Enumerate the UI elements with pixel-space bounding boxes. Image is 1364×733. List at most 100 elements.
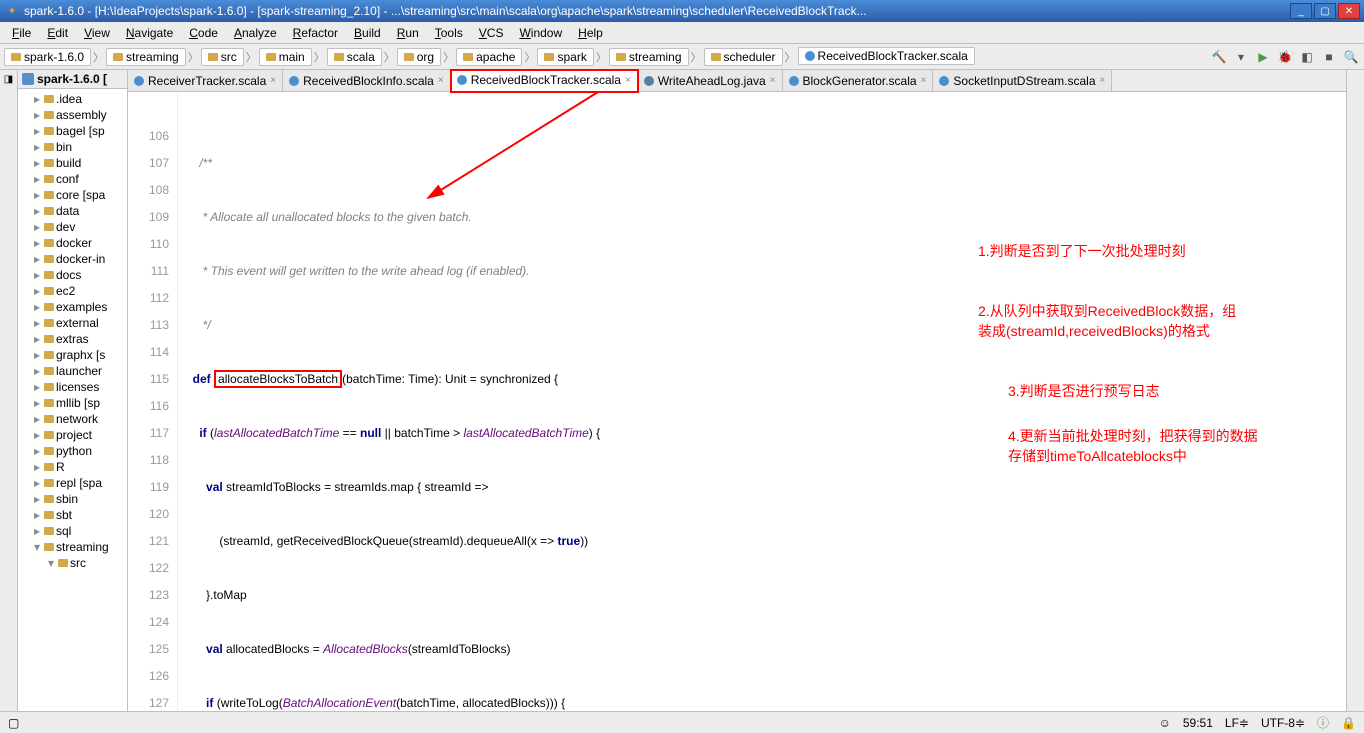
breadcrumb-8[interactable]: streaming — [609, 48, 689, 66]
menu-navigate[interactable]: Navigate — [118, 24, 181, 42]
tree-item-dockerin[interactable]: ▸docker-in — [18, 251, 127, 267]
breadcrumb-6[interactable]: apache — [456, 48, 522, 66]
code-area[interactable]: 1061071081091101111121131141151161171181… — [128, 92, 1346, 711]
menu-help[interactable]: Help — [570, 24, 611, 42]
tree-arrow-icon[interactable]: ▸ — [32, 172, 42, 186]
tree-arrow-icon[interactable]: ▸ — [32, 108, 42, 122]
tree-item-extras[interactable]: ▸extras — [18, 331, 127, 347]
tree-item-bin[interactable]: ▸bin — [18, 139, 127, 155]
tab-ReceivedBlockTracker-scala[interactable]: ReceivedBlockTracker.scala× — [451, 70, 638, 92]
tree-item-src[interactable]: ▾src — [18, 555, 127, 571]
breadcrumb-7[interactable]: spark — [537, 48, 593, 66]
insert-mode-icon[interactable]: ⓘ — [1317, 714, 1329, 731]
tree-item-replspa[interactable]: ▸repl [spa — [18, 475, 127, 491]
tree-arrow-icon[interactable]: ▸ — [32, 476, 42, 490]
tree-arrow-icon[interactable]: ▸ — [32, 460, 42, 474]
menu-refactor[interactable]: Refactor — [285, 24, 346, 42]
tree-item-project[interactable]: ▸project — [18, 427, 127, 443]
tab-SocketInputDStream-scala[interactable]: SocketInputDStream.scala× — [933, 70, 1112, 91]
tree-arrow-icon[interactable]: ▸ — [32, 396, 42, 410]
tree-item-examples[interactable]: ▸examples — [18, 299, 127, 315]
tree-arrow-icon[interactable]: ▸ — [32, 444, 42, 458]
tree-arrow-icon[interactable]: ▸ — [32, 380, 42, 394]
menu-run[interactable]: Run — [389, 24, 427, 42]
tree-arrow-icon[interactable]: ▸ — [32, 316, 42, 330]
tree-arrow-icon[interactable]: ▸ — [32, 140, 42, 154]
tree-arrow-icon[interactable]: ▸ — [32, 92, 42, 106]
breadcrumb-4[interactable]: scala — [327, 48, 382, 66]
line-separator[interactable]: LF≑ — [1225, 716, 1249, 730]
tree-arrow-icon[interactable]: ▸ — [32, 236, 42, 250]
tree-arrow-icon[interactable]: ▸ — [32, 524, 42, 538]
project-tree[interactable]: ▸.idea▸assembly▸bagel [sp▸bin▸build▸conf… — [18, 89, 127, 573]
tree-arrow-icon[interactable]: ▸ — [32, 284, 42, 298]
tree-arrow-icon[interactable]: ▸ — [32, 156, 42, 170]
breadcrumb-2[interactable]: src — [201, 48, 244, 66]
tree-item-python[interactable]: ▸python — [18, 443, 127, 459]
run-config-dropdown[interactable]: ▾ — [1232, 48, 1250, 66]
menu-vcs[interactable]: VCS — [471, 24, 512, 42]
project-toolwindow-button[interactable]: ◨ — [3, 74, 14, 85]
maximize-button[interactable]: ▢ — [1314, 3, 1336, 19]
close-tab-icon[interactable]: × — [625, 75, 631, 86]
close-tab-icon[interactable]: × — [438, 75, 444, 86]
tree-arrow-icon[interactable]: ▸ — [32, 188, 42, 202]
tree-item-network[interactable]: ▸network — [18, 411, 127, 427]
menu-file[interactable]: File — [4, 24, 39, 42]
tree-arrow-icon[interactable]: ▾ — [46, 556, 56, 570]
lock-icon[interactable]: 🔒 — [1341, 716, 1356, 730]
tree-arrow-icon[interactable]: ▸ — [32, 428, 42, 442]
tree-item-graphxs[interactable]: ▸graphx [s — [18, 347, 127, 363]
breadcrumb-10[interactable]: ReceivedBlockTracker.scala — [798, 47, 975, 65]
tree-item-R[interactable]: ▸R — [18, 459, 127, 475]
code-content[interactable]: /** * Allocate all unallocated blocks to… — [178, 92, 1346, 711]
debug-button[interactable]: 🐞 — [1276, 48, 1294, 66]
tab-ReceiverTracker-scala[interactable]: ReceiverTracker.scala× — [128, 70, 283, 91]
tree-item-licenses[interactable]: ▸licenses — [18, 379, 127, 395]
tree-arrow-icon[interactable]: ▸ — [32, 124, 42, 138]
tree-arrow-icon[interactable]: ▸ — [32, 268, 42, 282]
tree-arrow-icon[interactable]: ▾ — [32, 540, 42, 554]
menu-edit[interactable]: Edit — [39, 24, 76, 42]
menu-analyze[interactable]: Analyze — [226, 24, 285, 42]
tree-arrow-icon[interactable]: ▸ — [32, 364, 42, 378]
tree-item-streaming[interactable]: ▾streaming — [18, 539, 127, 555]
breadcrumb-5[interactable]: org — [397, 48, 441, 66]
tree-item-conf[interactable]: ▸conf — [18, 171, 127, 187]
tree-item-bagelsp[interactable]: ▸bagel [sp — [18, 123, 127, 139]
breadcrumb-9[interactable]: scheduler — [704, 48, 783, 66]
tree-item-corespa[interactable]: ▸core [spa — [18, 187, 127, 203]
tree-item-data[interactable]: ▸data — [18, 203, 127, 219]
breadcrumb-3[interactable]: main — [259, 48, 312, 66]
tree-item-docker[interactable]: ▸docker — [18, 235, 127, 251]
tree-item-idea[interactable]: ▸.idea — [18, 91, 127, 107]
tree-arrow-icon[interactable]: ▸ — [32, 252, 42, 266]
close-button[interactable]: ✕ — [1338, 3, 1360, 19]
build-icon[interactable]: 🔨 — [1210, 48, 1228, 66]
tree-item-sql[interactable]: ▸sql — [18, 523, 127, 539]
tree-item-sbin[interactable]: ▸sbin — [18, 491, 127, 507]
breadcrumb-1[interactable]: streaming — [106, 48, 186, 66]
menu-view[interactable]: View — [76, 24, 118, 42]
tree-item-dev[interactable]: ▸dev — [18, 219, 127, 235]
tree-arrow-icon[interactable]: ▸ — [32, 492, 42, 506]
tab-BlockGenerator-scala[interactable]: BlockGenerator.scala× — [783, 70, 934, 91]
menu-window[interactable]: Window — [511, 24, 570, 42]
stop-button[interactable]: ■ — [1320, 48, 1338, 66]
tree-arrow-icon[interactable]: ▸ — [32, 204, 42, 218]
search-icon[interactable]: 🔍 — [1342, 48, 1360, 66]
tree-item-build[interactable]: ▸build — [18, 155, 127, 171]
tree-arrow-icon[interactable]: ▸ — [32, 412, 42, 426]
tree-item-external[interactable]: ▸external — [18, 315, 127, 331]
hector-icon[interactable]: ☺ — [1159, 716, 1171, 730]
tree-item-assembly[interactable]: ▸assembly — [18, 107, 127, 123]
tab-WriteAheadLog-java[interactable]: WriteAheadLog.java× — [638, 70, 783, 91]
tree-item-launcher[interactable]: ▸launcher — [18, 363, 127, 379]
minimize-button[interactable]: _ — [1290, 3, 1312, 19]
run-button[interactable]: ▶ — [1254, 48, 1272, 66]
menu-tools[interactable]: Tools — [427, 24, 471, 42]
coverage-button[interactable]: ◧ — [1298, 48, 1316, 66]
tree-arrow-icon[interactable]: ▸ — [32, 508, 42, 522]
menu-build[interactable]: Build — [346, 24, 389, 42]
close-tab-icon[interactable]: × — [1100, 75, 1106, 86]
